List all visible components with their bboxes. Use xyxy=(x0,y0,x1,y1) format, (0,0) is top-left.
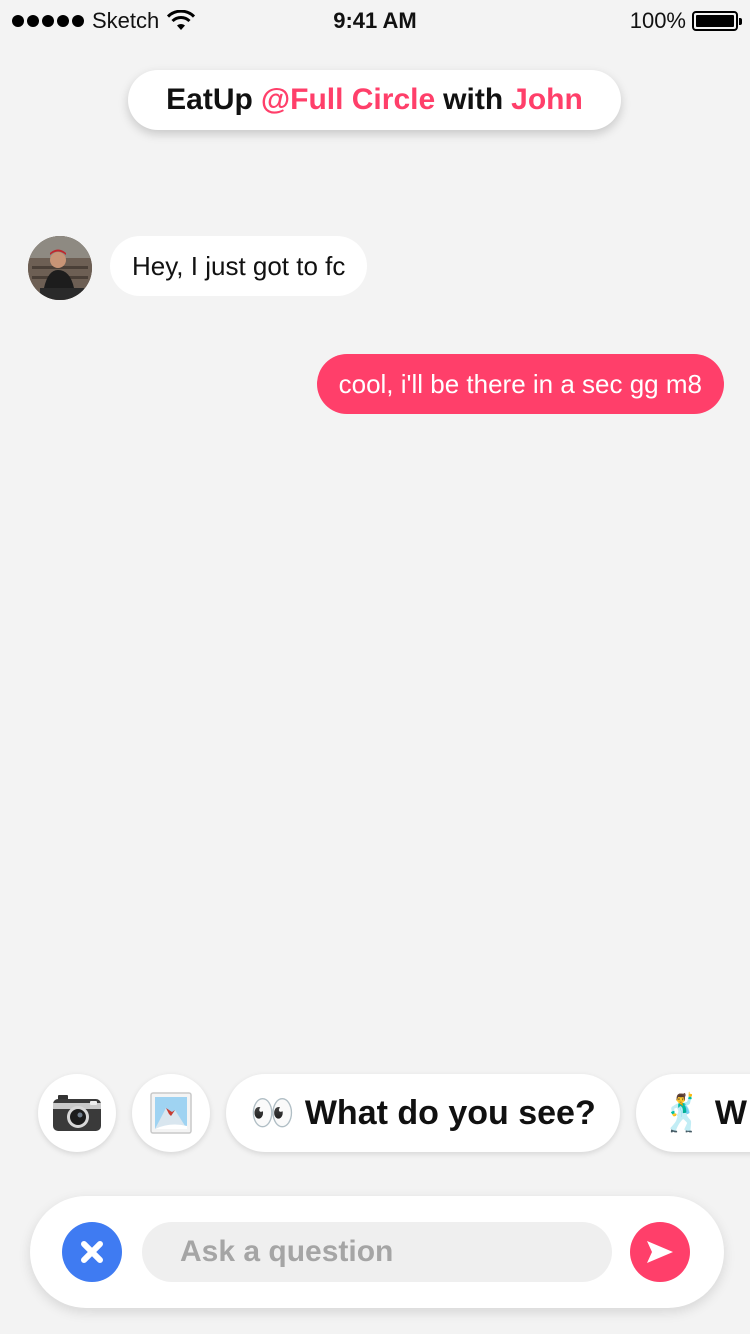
question-input[interactable] xyxy=(142,1222,612,1282)
contact-name[interactable]: John xyxy=(511,83,583,117)
app-name: EatUp xyxy=(166,83,253,116)
eyes-icon: 👀 xyxy=(250,1093,295,1134)
send-icon xyxy=(647,1241,673,1263)
place-name[interactable]: @Full Circle xyxy=(261,83,435,117)
close-button[interactable] xyxy=(62,1222,122,1282)
chat-title[interactable]: EatUp @Full Circle with John xyxy=(128,70,621,130)
with-label: with xyxy=(443,83,504,116)
camera-button[interactable] xyxy=(38,1074,116,1152)
person-icon xyxy=(28,236,92,300)
quick-reply-next[interactable]: 🕺 W xyxy=(636,1074,750,1152)
status-right: 100% xyxy=(629,8,742,34)
quick-reply-what-do-you-see[interactable]: 👀 What do you see? xyxy=(226,1074,620,1152)
send-button[interactable] xyxy=(630,1222,690,1282)
photo-icon xyxy=(150,1092,192,1134)
close-icon xyxy=(81,1241,103,1263)
photo-button[interactable] xyxy=(132,1074,210,1152)
camera-icon xyxy=(53,1095,101,1131)
quick-reply-label: W xyxy=(714,1093,747,1132)
chat-screen: Sketch 9:41 AM 100% EatUp @Full Circle w… xyxy=(0,0,750,1334)
status-bar: Sketch 9:41 AM 100% xyxy=(0,0,750,40)
avatar[interactable] xyxy=(28,236,92,300)
quick-reply-label: What do you see? xyxy=(304,1093,596,1132)
message-incoming[interactable]: Hey, I just got to fc xyxy=(110,236,368,296)
message-outgoing[interactable]: cool, i'll be there in a sec gg m8 xyxy=(316,354,724,414)
battery-percentage: 100% xyxy=(629,8,686,33)
battery-icon xyxy=(692,11,742,31)
dancer-icon: 🕺 xyxy=(660,1093,705,1134)
compose-bar xyxy=(30,1196,724,1308)
